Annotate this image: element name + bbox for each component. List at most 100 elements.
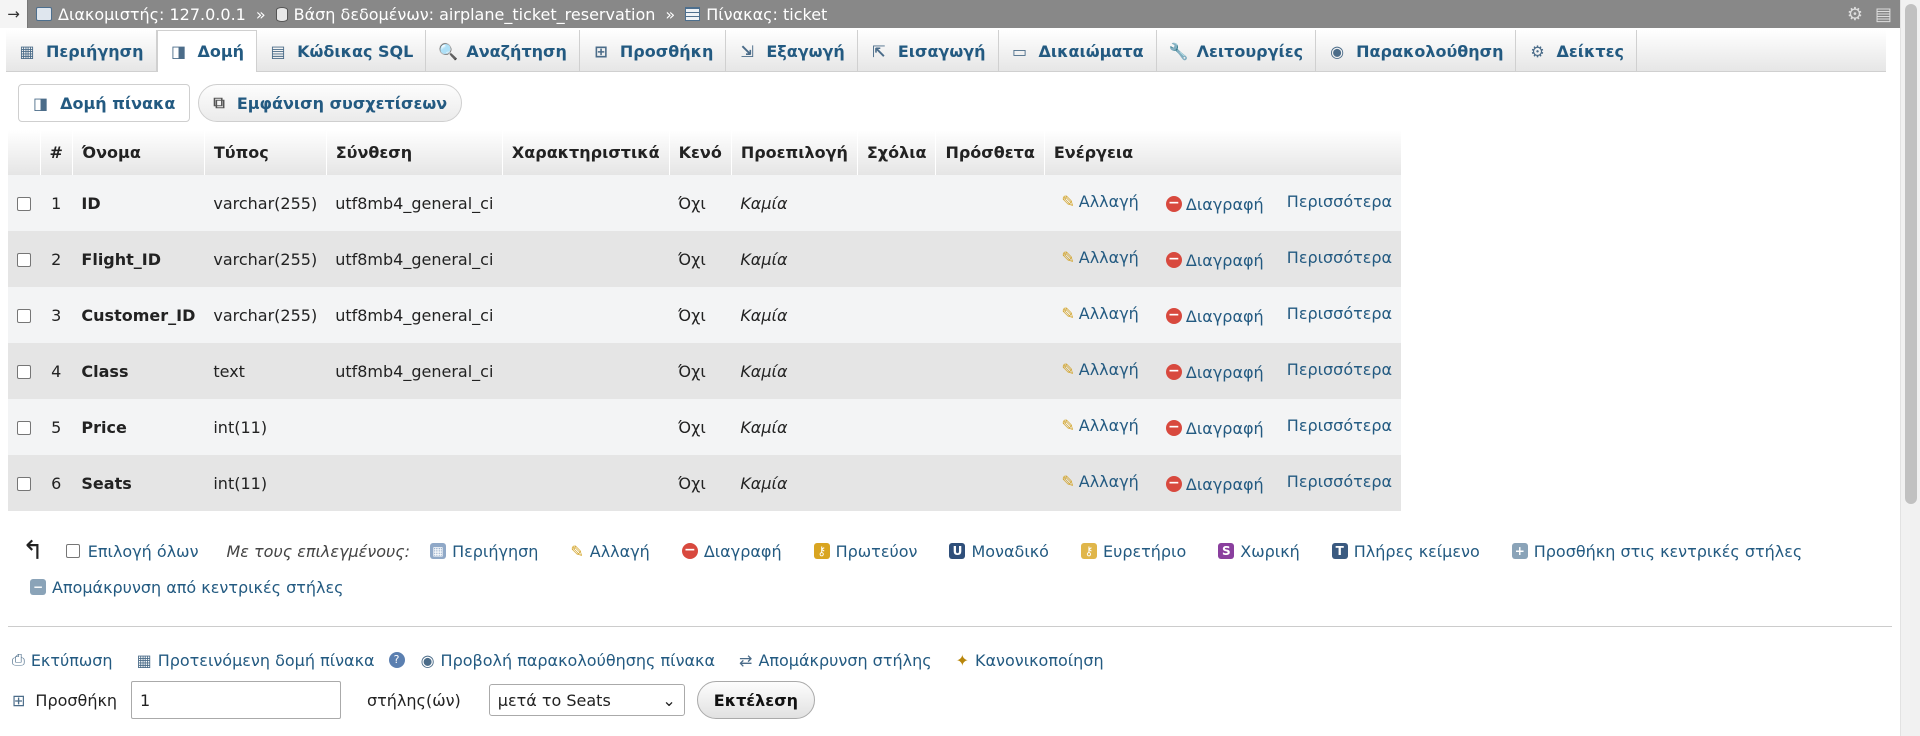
bulk-change-button[interactable]: ✎ Αλλαγή [570,542,649,561]
print-link[interactable]: ⎙ Εκτύπωση [12,650,113,670]
change-link[interactable]: ✎ Αλλαγή [1061,304,1138,323]
row-checkbox[interactable] [17,197,31,211]
bulk-spatial-label: Χωρική [1240,541,1300,561]
drop-link[interactable]: − Διαγραφή [1165,307,1264,326]
column-name: Price [72,399,205,455]
tracking-link[interactable]: ◉ Προβολή παρακολούθησης πίνακα [421,651,715,670]
tab-tracking[interactable]: ◉ Παρακολούθηση [1316,30,1517,72]
row-checkbox-cell [8,287,40,343]
bulk-fulltext-button[interactable]: T Πλήρες κείμενο [1331,542,1480,561]
more-link[interactable]: Περισσότερα [1287,304,1392,323]
row-actions: ✎ Αλλαγή − Διαγραφή Περισσότερα [1044,343,1402,399]
bulk-remove-central-button[interactable]: − Απομάκρυνση από κεντρικές στήλες [30,578,344,597]
bulk-index-button[interactable]: ⚷ Ευρετήριο [1080,542,1186,561]
chevron-down-icon: ⌄ [662,690,676,710]
change-link[interactable]: ✎ Αλλαγή [1061,472,1138,491]
gear-icon[interactable]: ⚙ [1847,4,1863,25]
column-attributes [502,399,670,455]
normalize-link[interactable]: ✦ Κανονικοποίηση [956,651,1104,670]
tab-import[interactable]: ⇱ Εισαγωγή [858,30,999,72]
database-icon [275,6,288,22]
pencil-icon: ✎ [570,541,584,561]
tab-insert[interactable]: ⊞ Προσθήκη [580,30,727,72]
divider [8,626,1892,627]
eye-icon: ◉ [1330,41,1345,61]
drop-link[interactable]: − Διαγραφή [1165,475,1264,494]
eye-icon: ◉ [420,650,435,670]
check-all-checkbox[interactable] [65,544,80,558]
drop-link[interactable]: − Διαγραφή [1165,195,1264,214]
more-link[interactable]: Περισσότερα [1287,192,1392,211]
column-extra [935,343,1045,399]
row-checkbox-cell [8,455,40,511]
bulk-browse-button[interactable]: ▦ Περιήγηση [430,542,538,561]
row-number: 4 [40,343,73,399]
header-type: Τύπος [204,130,327,175]
row-checkbox[interactable] [17,309,31,323]
more-link[interactable]: Περισσότερα [1287,416,1392,435]
column-extra [935,175,1045,231]
breadcrumb-server-label[interactable]: Διακομιστής: 127.0.0.1 [58,5,246,24]
breadcrumb-table-label[interactable]: Πίνακας: ticket [706,5,827,24]
tab-search[interactable]: 🔍 Αναζήτηση [426,30,580,72]
column-comments [857,343,936,399]
column-count-input[interactable] [131,681,342,719]
breadcrumb-server[interactable]: Διακομιστής: 127.0.0.1 [36,5,246,24]
column-null: Όχι [669,343,732,399]
bulk-unique-button[interactable]: U Μοναδικό [949,542,1049,561]
change-link[interactable]: ✎ Αλλαγή [1061,360,1138,379]
drop-link[interactable]: − Διαγραφή [1165,251,1264,270]
go-button[interactable]: Εκτέλεση [696,681,816,719]
change-link[interactable]: ✎ Αλλαγή [1061,192,1138,211]
change-link[interactable]: ✎ Αλλαγή [1061,248,1138,267]
wand-icon: ✦ [955,650,969,670]
position-select[interactable]: μετά το Seats ⌄ [488,684,685,716]
drop-link[interactable]: − Διαγραφή [1165,363,1264,382]
column-null: Όχι [669,399,732,455]
row-checkbox[interactable] [17,477,31,491]
tab-sql[interactable]: ▤ Κώδικας SQL [257,30,427,72]
bulk-add-central-button[interactable]: + Προσθήκη στις κεντρικές στήλες [1511,542,1802,561]
column-name: Flight_ID [72,231,205,287]
tab-privileges[interactable]: ▭ Δικαιώματα [999,30,1157,72]
back-arrow-icon[interactable]: → [0,0,28,28]
change-label: Αλλαγή [1078,472,1139,492]
scrollbar-thumb[interactable] [1905,4,1917,504]
row-checkbox[interactable] [17,365,31,379]
table-row: 1 ID varchar(255) utf8mb4_general_ci Όχι… [8,175,1402,231]
column-null: Όχι [669,455,732,511]
propose-structure-link[interactable]: ▦ Προτεινόμενη δομή πίνακα? [137,651,405,670]
help-icon[interactable]: ? [388,652,405,668]
more-link[interactable]: Περισσότερα [1287,472,1392,491]
move-columns-link[interactable]: ⇄ Απομάκρυνση στήλης [739,651,932,670]
breadcrumb-database-label[interactable]: Βάση δεδομένων: airplane_ticket_reservat… [294,5,656,24]
bulk-primary-button[interactable]: ⚷ Πρωτεύον [813,542,917,561]
header-name[interactable]: Όνομα [72,130,205,175]
vertical-scrollbar[interactable] [1900,0,1920,736]
header-number: # [40,130,73,175]
row-checkbox[interactable] [17,421,31,435]
table-row: 4 Class text utf8mb4_general_ci Όχι Καμί… [8,343,1402,399]
table-structure-button[interactable]: ◨ Δομή πίνακα [18,84,191,122]
collapse-icon[interactable]: ▤ [1875,4,1892,25]
tab-operations[interactable]: 🔧 Λειτουργίες [1157,30,1317,72]
column-comments [857,175,936,231]
breadcrumb-database[interactable]: Βάση δεδομένων: airplane_ticket_reservat… [275,5,656,24]
column-extra [935,231,1045,287]
tab-export[interactable]: ⇲ Εξαγωγή [726,30,858,72]
position-select-value: μετά το Seats [497,690,611,710]
relation-view-button[interactable]: ⧉ Εμφάνιση συσχετίσεων [198,84,463,122]
bulk-drop-button[interactable]: − Διαγραφή [681,542,782,561]
drop-link[interactable]: − Διαγραφή [1165,419,1264,438]
more-link[interactable]: Περισσότερα [1287,360,1392,379]
tab-browse[interactable]: ▦ Περιήγηση [6,30,157,72]
bulk-spatial-button[interactable]: S Χωρική [1218,542,1300,561]
breadcrumb-table[interactable]: Πίνακας: ticket [685,5,827,24]
tab-triggers[interactable]: ⚙ Δείκτες [1516,30,1637,72]
check-all-label[interactable]: Επιλογή όλων [88,542,199,561]
tab-label: Δείκτες [1556,41,1624,61]
row-checkbox[interactable] [17,253,31,267]
more-link[interactable]: Περισσότερα [1287,248,1392,267]
change-link[interactable]: ✎ Αλλαγή [1061,416,1138,435]
tab-structure[interactable]: ◨ Δομή [156,30,258,72]
